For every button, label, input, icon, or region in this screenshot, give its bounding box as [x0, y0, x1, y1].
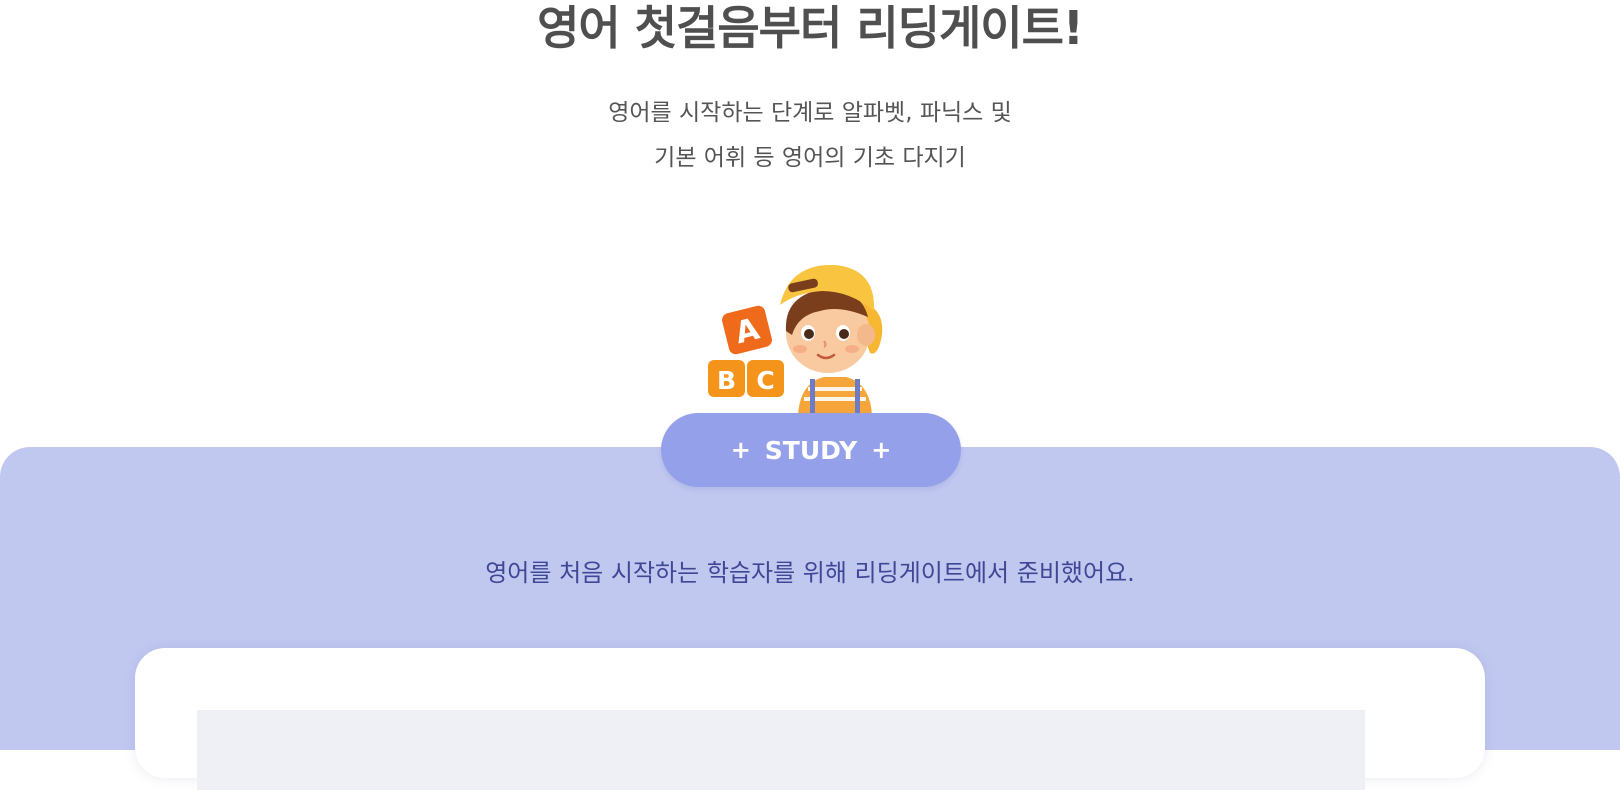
plus-icon: + [871, 436, 892, 464]
study-description: 영어를 처음 시작하는 학습자를 위해 리딩게이트에서 준비했어요. [485, 559, 1135, 587]
plus-icon: + [730, 436, 751, 464]
boy-with-abc-blocks-illustration: A B C [708, 265, 883, 415]
block-c: C [747, 360, 784, 397]
hero-description-line-2: 기본 어휘 등 영어의 기초 다지기 [654, 145, 966, 171]
block-c-letter: C [756, 366, 774, 395]
block-b-letter: B [717, 366, 736, 395]
content-card-placeholder [197, 710, 1365, 790]
block-b: B [708, 360, 745, 397]
study-badge-label: STUDY [764, 435, 858, 465]
hero-description-line-1: 영어를 시작하는 단계로 알파벳, 파닉스 및 [608, 100, 1012, 126]
study-badge: + STUDY + [661, 413, 961, 487]
page-title: 영어 첫걸음부터 리딩게이트! [537, 1, 1084, 55]
block-a: A [722, 305, 772, 355]
boy-character [780, 265, 883, 415]
content-card [135, 648, 1485, 790]
